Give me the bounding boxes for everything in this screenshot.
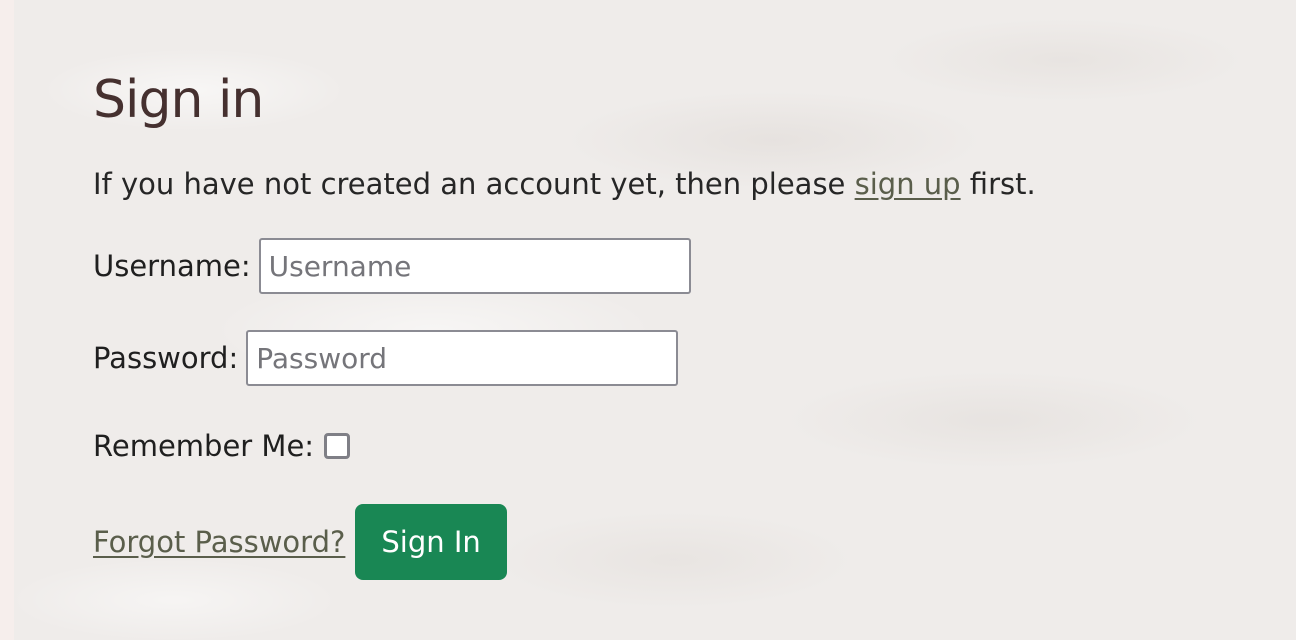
intro-text: If you have not created an account yet, … bbox=[93, 164, 1036, 204]
sign-in-button[interactable]: Sign In bbox=[355, 504, 507, 580]
forgot-password-link[interactable]: Forgot Password? bbox=[93, 525, 345, 559]
remember-row: Remember Me: bbox=[93, 416, 1036, 476]
signin-form: Username: Password: Remember Me: Forgot … bbox=[93, 236, 1036, 580]
sign-up-link[interactable]: sign up bbox=[855, 167, 961, 201]
username-label: Username: bbox=[93, 249, 251, 283]
remember-me-checkbox[interactable] bbox=[324, 433, 351, 459]
password-row: Password: bbox=[93, 328, 1036, 388]
username-row: Username: bbox=[93, 236, 1036, 296]
password-input[interactable] bbox=[246, 330, 679, 386]
page-title: Sign in bbox=[93, 70, 264, 130]
actions-row: Forgot Password? Sign In bbox=[93, 504, 1036, 580]
intro-text-before: If you have not created an account yet, … bbox=[93, 167, 855, 201]
signin-panel: Sign in If you have not created an accou… bbox=[93, 60, 1036, 580]
intro-text-after: first. bbox=[960, 167, 1036, 201]
left-edge-strip bbox=[0, 0, 14, 640]
page-background: Sign in If you have not created an accou… bbox=[14, 0, 1296, 640]
password-label: Password: bbox=[93, 341, 239, 375]
remember-me-label: Remember Me: bbox=[93, 429, 315, 463]
username-input[interactable] bbox=[258, 238, 691, 294]
